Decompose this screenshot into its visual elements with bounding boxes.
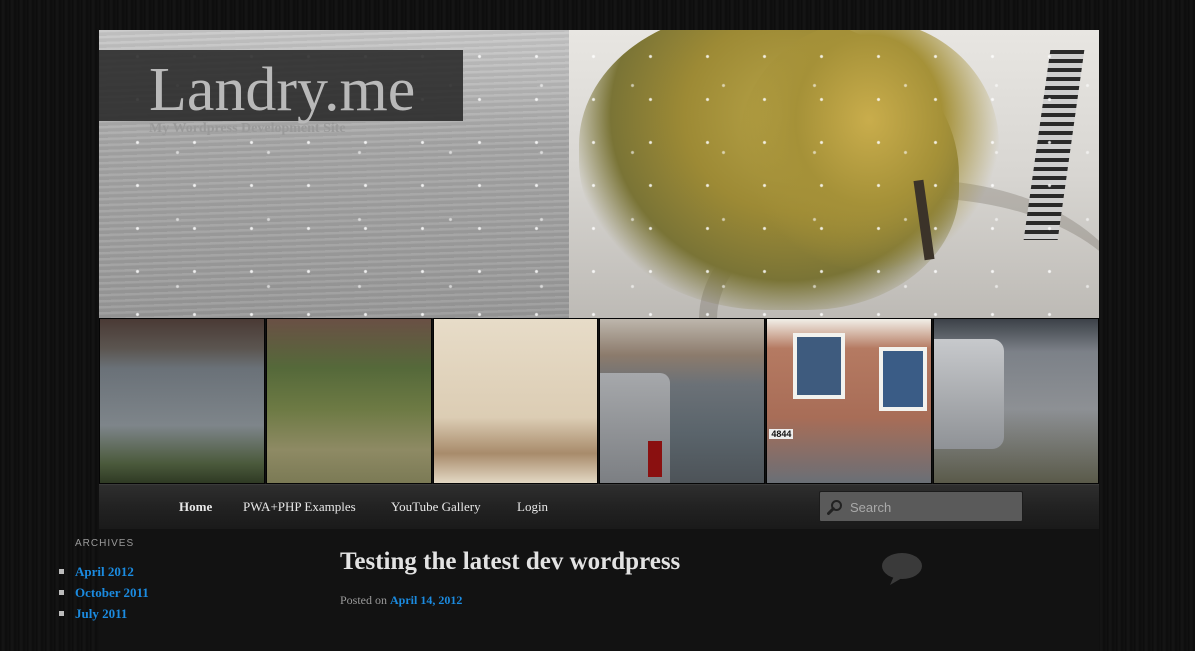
nav-item-login[interactable]: Login [517,485,548,529]
search-input[interactable] [848,495,1022,519]
list-item: April 2012 [59,563,149,580]
brick-house-photo[interactable]: 4844 [766,318,933,484]
archive-list: April 2012 October 2011 July 2011 [59,563,149,622]
site-branding: Landry.me My Wordpress Development Site [99,50,463,136]
pickup-truck [934,339,1005,449]
flooded-street-photo[interactable] [99,318,265,484]
comment-bubble-icon[interactable] [882,552,922,586]
truck-taillight [648,441,663,477]
house-window [879,347,928,411]
nav-item-youtube-gallery[interactable]: YouTube Gallery [391,485,481,529]
archives-widget-title: ARCHIVES [75,538,135,549]
site-title[interactable]: Landry.me [149,54,415,126]
truck-flood-photo[interactable] [933,318,1099,484]
ceiling-photo[interactable] [432,318,599,484]
flooded-parking-photo[interactable] [599,318,766,484]
search-icon [827,500,842,515]
post-date-link[interactable]: April 14, 2012 [390,593,462,607]
site-description: My Wordpress Development Site [149,121,346,136]
list-item: July 2011 [59,605,149,622]
posted-on-label: Posted on [340,593,388,607]
fallen-sign-photo[interactable] [265,318,432,484]
post-meta: Posted on April 14, 2012 [340,593,462,608]
house-number: 4844 [769,429,794,439]
list-item: October 2011 [59,584,149,601]
archive-link-april-2012[interactable]: April 2012 [75,564,134,579]
house-window [793,333,846,399]
archive-link-october-2011[interactable]: October 2011 [75,585,149,600]
archive-link-july-2011[interactable]: July 2011 [75,606,127,621]
nav-item-home[interactable]: Home [179,485,212,529]
post-title[interactable]: Testing the latest dev wordpress [340,548,680,576]
header-photo-strip: 4844 [99,318,1099,484]
main-navigation: Home PWA+PHP Examples YouTube Gallery Lo… [99,484,1099,529]
header-banner[interactable]: Landry.me My Wordpress Development Site [99,30,1099,318]
sidebar-archives: ARCHIVES April 2012 October 2011 July 20… [59,538,149,626]
nav-item-pwa-php-examples[interactable]: PWA+PHP Examples [243,485,356,529]
search-form [819,491,1023,522]
